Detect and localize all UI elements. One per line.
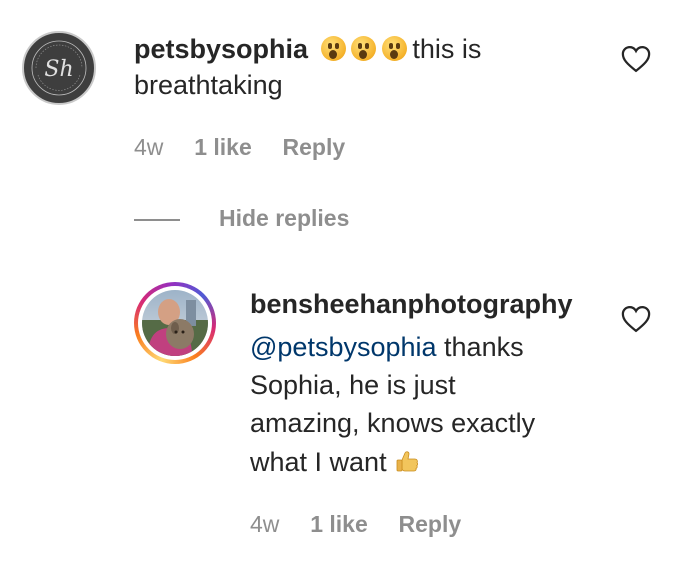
astonished-face-emoji-icon <box>381 36 407 61</box>
comment-text-segment: what I want <box>250 447 387 477</box>
petsbysophia-logo-icon: Sh <box>31 40 87 96</box>
comment-username[interactable]: petsbysophia <box>134 34 308 64</box>
comment-age[interactable]: 4w <box>250 511 279 537</box>
comment-text: this is <box>412 34 482 64</box>
comment-text-line: what I want <box>250 443 420 481</box>
comment-age[interactable]: 4w <box>134 134 163 160</box>
svg-text:Sh: Sh <box>44 57 73 82</box>
like-heart-icon[interactable] <box>621 45 651 73</box>
comment-meta: 4w 1 like Reply <box>134 134 345 161</box>
comment-text: @petsbysophia thanks <box>250 328 524 366</box>
man-with-dog-photo-icon <box>142 299 208 356</box>
comment-body: petsbysophia this is <box>134 30 481 68</box>
comment-text-continued: breathtaking <box>134 70 283 100</box>
comment-username[interactable]: bensheehanphotography <box>250 289 573 320</box>
mention-link[interactable]: @petsbysophia <box>250 332 437 362</box>
avatar[interactable]: Sh <box>22 31 96 105</box>
like-count[interactable]: 1 like <box>194 134 252 160</box>
comment-meta: 4w 1 like Reply <box>250 511 461 538</box>
like-count[interactable]: 1 like <box>310 511 368 537</box>
comment-text-segment: thanks <box>436 332 524 362</box>
avatar-photo <box>142 290 208 356</box>
astonished-face-emoji-icon <box>351 36 377 61</box>
avatar[interactable] <box>134 282 216 364</box>
replies-divider <box>134 219 180 221</box>
reply-button[interactable]: Reply <box>399 511 462 537</box>
comment-text-line: amazing, knows exactly <box>250 408 536 438</box>
like-heart-icon[interactable] <box>621 305 651 333</box>
thumbs-up-emoji-icon <box>396 451 419 472</box>
reply-button[interactable]: Reply <box>283 134 346 160</box>
astonished-face-emoji-icon <box>320 36 346 61</box>
hide-replies-button[interactable]: Hide replies <box>219 205 349 232</box>
comment-text-line: Sophia, he is just <box>250 370 456 400</box>
